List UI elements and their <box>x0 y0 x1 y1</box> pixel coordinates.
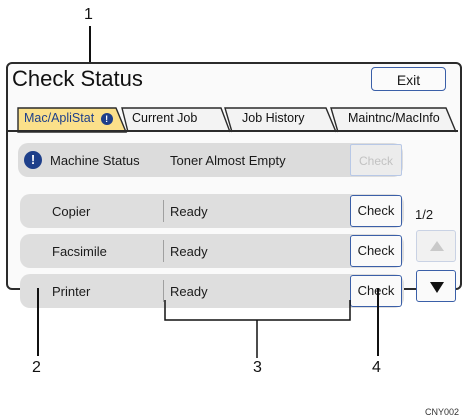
page-title: Check Status <box>12 66 143 91</box>
facsimile-check-button[interactable]: Check <box>350 235 402 267</box>
row-status: Ready <box>170 284 208 299</box>
image-code: CNY002 <box>425 407 460 417</box>
callout-3: 3 <box>253 359 262 376</box>
callout-2-line <box>37 288 39 356</box>
tab-label: Mac/ApliStat <box>24 111 95 125</box>
row-divider <box>163 280 164 302</box>
machine-status-check-button: Check <box>350 144 402 176</box>
tab-mac-aplistat[interactable]: Mac/ApliStat ! <box>20 106 118 131</box>
tab-job-history[interactable]: Job History <box>238 106 336 131</box>
scroll-down-button[interactable] <box>416 270 456 302</box>
callout-4-line <box>377 288 379 356</box>
row-status: Ready <box>170 244 208 259</box>
exit-button[interactable]: Exit <box>371 67 446 91</box>
callout-3-bracket <box>164 300 351 358</box>
triangle-down-icon <box>430 282 444 293</box>
alert-icon: ! <box>24 151 42 169</box>
callout-1: 1 <box>84 6 93 23</box>
row-status: Ready <box>170 204 208 219</box>
row-divider <box>163 200 164 222</box>
machine-status-label: Machine Status <box>50 153 140 168</box>
triangle-up-icon <box>430 241 444 251</box>
scroll-up-button[interactable] <box>416 230 456 262</box>
row-label: Printer <box>52 284 91 299</box>
row-divider <box>163 240 164 262</box>
copier-check-button[interactable]: Check <box>350 195 402 227</box>
row-label: Facsimile <box>52 244 107 259</box>
tab-maintnc-macinfo[interactable]: Maintnc/MacInfo <box>344 106 454 131</box>
callout-2: 2 <box>32 359 41 376</box>
machine-status-value: Toner Almost Empty <box>170 153 286 168</box>
alert-icon: ! <box>100 113 113 125</box>
tab-current-job[interactable]: Current Job <box>128 106 226 131</box>
row-label: Copier <box>52 204 91 219</box>
callout-4: 4 <box>372 359 381 376</box>
page-indicator: 1/2 <box>415 207 434 222</box>
